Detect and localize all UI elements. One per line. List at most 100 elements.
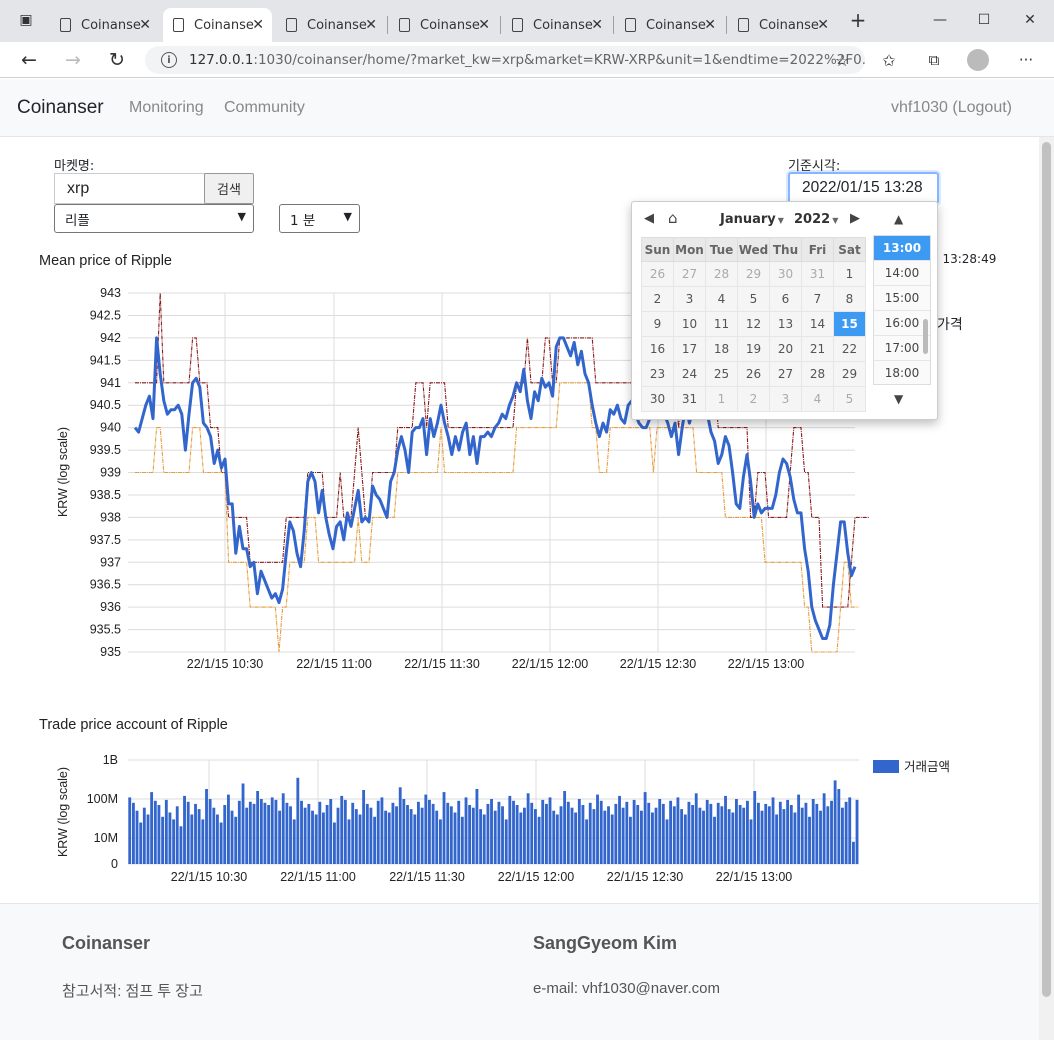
calendar-week: 9 10 11 12 13 14 15 [641, 311, 866, 337]
next-month-icon[interactable]: ▶ [850, 211, 860, 226]
trade-amount-bar [738, 805, 742, 864]
calendar-day[interactable]: 27 [769, 361, 802, 387]
calendar-day[interactable]: 7 [801, 286, 834, 312]
calendar-day[interactable]: 3 [769, 386, 802, 412]
trade-amount-bar [486, 803, 490, 864]
trade-amount-bar [771, 797, 775, 864]
trade-amount-bar [230, 810, 234, 864]
calendar-day[interactable]: 30 [641, 386, 674, 412]
trade-amount-bar [651, 812, 654, 864]
calendar-day[interactable]: 22 [833, 336, 866, 362]
trade-amount-bar [640, 810, 643, 864]
trade-amount-bar [559, 806, 563, 864]
calendar-day[interactable]: 10 [673, 311, 706, 337]
calendar-day[interactable]: 1 [833, 261, 866, 287]
calendar-day[interactable]: 27 [673, 261, 706, 287]
calendar-day[interactable]: 5 [833, 386, 866, 412]
trade-amount-bar [453, 812, 457, 864]
calendar-day[interactable]: 29 [737, 261, 770, 287]
calendar-day[interactable]: 19 [737, 336, 770, 362]
trade-amount-bar [274, 799, 278, 864]
calendar-day[interactable]: 26 [737, 361, 770, 387]
calendar-day[interactable]: 14 [801, 311, 834, 337]
trade-amount-bar [647, 802, 651, 864]
trade-amount-bar [325, 805, 329, 864]
calendar-day[interactable]: 15 [833, 311, 866, 337]
home-icon[interactable]: ⌂ [668, 209, 678, 227]
trade-amount-bar [234, 816, 238, 864]
time-scroll-up-icon[interactable]: ▲ [894, 212, 903, 226]
calendar-day[interactable]: 21 [801, 336, 834, 362]
trade-amount-bar [146, 814, 150, 864]
trade-amount-bar [471, 807, 475, 864]
calendar-day[interactable]: 23 [641, 361, 674, 387]
month-select[interactable]: January ▼ [720, 212, 784, 227]
time-option[interactable]: 15:00 [874, 286, 930, 311]
trade-amount-bar [797, 794, 801, 864]
calendar-day[interactable]: 28 [705, 261, 738, 287]
trade-amount-bar [289, 806, 292, 864]
calendar-day[interactable]: 31 [801, 261, 834, 287]
calendar-day[interactable]: 17 [673, 336, 706, 362]
calendar-day[interactable]: 30 [769, 261, 802, 287]
calendar-day[interactable]: 29 [833, 361, 866, 387]
calendar-day[interactable]: 3 [673, 286, 706, 312]
trade-amount-bar [205, 789, 208, 864]
page-scrollbar-thumb[interactable] [1042, 142, 1051, 997]
calendar-day[interactable]: 2 [641, 286, 674, 312]
y-tick-label: 10M [94, 831, 118, 845]
time-option[interactable]: 16:00 [874, 311, 930, 336]
calendar-day[interactable]: 26 [641, 261, 674, 287]
time-list-scrollbar[interactable] [923, 319, 928, 354]
calendar-day[interactable]: 13 [769, 311, 802, 337]
trade-amount-bar [292, 819, 296, 864]
calendar-day[interactable]: 4 [705, 286, 738, 312]
calendar-day[interactable]: 4 [801, 386, 834, 412]
trade-amount-bar [720, 806, 724, 864]
time-option[interactable]: 14:00 [874, 261, 930, 286]
x-tick-label: 22/1/15 11:00 [280, 870, 356, 884]
time-option[interactable]: 17:00 [874, 336, 930, 361]
calendar-day[interactable]: 28 [801, 361, 834, 387]
trade-amount-bar [417, 801, 420, 864]
calendar-day[interactable]: 31 [673, 386, 706, 412]
trade-amount-bar [449, 806, 453, 864]
year-select[interactable]: 2022 ▼ [794, 212, 838, 227]
calendar-day[interactable]: 6 [769, 286, 802, 312]
calendar-day[interactable]: 5 [737, 286, 770, 312]
calendar-day[interactable]: 2 [737, 386, 770, 412]
trade-amount-bar [398, 787, 402, 864]
trade-amount-bar [830, 800, 833, 864]
calendar-day[interactable]: 25 [705, 361, 738, 387]
trade-amount-bar [757, 802, 760, 864]
calendar-day[interactable]: 16 [641, 336, 674, 362]
datetime-picker: ◀ ⌂ January ▼ 2022 ▼ ▶ Sun Mon Tue Wed Thu Fri S… [631, 201, 938, 420]
calendar-day[interactable]: 11 [705, 311, 738, 337]
calendar-day[interactable]: 8 [833, 286, 866, 312]
time-option[interactable]: 18:00 [874, 361, 930, 384]
calendar-week: 16 17 18 19 20 21 22 [641, 336, 866, 362]
calendar-week: 30 31 1 2 3 4 5 [641, 386, 866, 412]
trade-amount-bar [585, 819, 589, 864]
calendar-day[interactable]: 24 [673, 361, 706, 387]
time-scroll-down-icon[interactable]: ▼ [894, 392, 903, 406]
trade-amount-bar [753, 791, 757, 864]
trade-amount-bar [307, 803, 311, 864]
trade-amount-bar [526, 793, 530, 864]
trade-amount-bar [786, 799, 790, 864]
time-option[interactable]: 13:00 [874, 236, 930, 261]
calendar-day[interactable]: 20 [769, 336, 802, 362]
trade-amount-bar [219, 822, 223, 864]
trade-amount-bar [844, 801, 848, 864]
calendar-day[interactable]: 1 [705, 386, 738, 412]
trade-amount-bar [150, 792, 154, 864]
calendar-day[interactable]: 18 [705, 336, 738, 362]
calendar-day[interactable]: 12 [737, 311, 770, 337]
trade-amount-bar [742, 807, 746, 864]
trade-amount-bar [362, 790, 366, 864]
prev-month-icon[interactable]: ◀ [644, 211, 654, 226]
trade-amount-bar [672, 806, 676, 864]
trade-amount-bar [669, 800, 673, 864]
trade-amount-bar [497, 801, 501, 864]
calendar-day[interactable]: 9 [641, 311, 674, 337]
